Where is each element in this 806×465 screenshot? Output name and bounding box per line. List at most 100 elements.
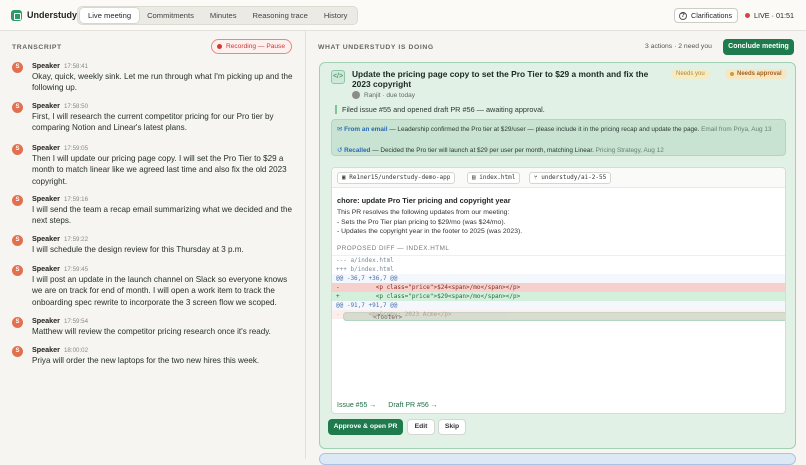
transcript-entry: S Speaker 17:59:22 I will schedule the de… <box>12 234 297 255</box>
recording-pause-button[interactable]: Recording — Pause <box>211 39 293 54</box>
entry-text: Then I will update our pricing page copy… <box>32 154 287 186</box>
live-indicator: LIVE · 01:51 <box>745 11 794 20</box>
recalled-context: ↺ Recalled — Decided the Pro tier will l… <box>337 146 782 155</box>
diff-line: @@ -91,7 +91,7 @@ <box>332 301 785 310</box>
transcript-panel: TRANSCRIPT Recording — Pause S Speaker 17… <box>0 31 306 459</box>
file-chip[interactable]: ▤ index.html <box>467 172 521 184</box>
entry-time: 18:00:02 <box>63 347 89 354</box>
speaker-name: Speaker <box>32 61 60 70</box>
main-tabs: Live meeting Commitments Minutes Reasoni… <box>77 6 359 25</box>
speaker-avatar: S <box>12 195 23 206</box>
pr-title: chore: update Pro Tier pricing and copyr… <box>337 196 511 205</box>
actions-count: 3 actions · 2 need you <box>645 43 712 50</box>
entry-time: 17:59:54 <box>63 318 89 325</box>
email-context: ✉ From an email — Leadership confirmed t… <box>337 125 782 134</box>
transcript-entry: S Speaker 17:59:45 I will post an update … <box>12 264 297 308</box>
needs-approval-label: Needs approval <box>737 71 782 77</box>
tab-reasoning-trace[interactable]: Reasoning trace <box>245 8 316 23</box>
speaker-avatar: S <box>12 346 23 357</box>
top-bar: Understudy Live meeting Commitments Minu… <box>0 0 806 31</box>
repo-chip[interactable]: ▣ Re1ner15/understudy-demo-app <box>337 172 456 184</box>
recording-label: Recording — Pause <box>226 43 286 50</box>
recalled-text: — Decided the Pro tier will launch at $2… <box>370 147 594 154</box>
app-logo[interactable]: Understudy <box>11 9 78 21</box>
speaker-avatar: S <box>12 62 23 73</box>
clarifications-label: Clarifications <box>691 11 733 20</box>
transcript-title: TRANSCRIPT <box>12 44 62 51</box>
pr-meta-bar: ▣ Re1ner15/understudy-demo-app ▤ index.h… <box>332 168 785 188</box>
repo-name: Re1ner15/understudy-demo-app <box>349 174 451 181</box>
entry-text: I will send the team a recap email summa… <box>32 205 293 226</box>
speaker-avatar: S <box>12 265 23 276</box>
action-card: </> Update the pricing page copy to set … <box>319 62 796 449</box>
speaker-name: Speaker <box>32 143 60 152</box>
doing-title: WHAT UNDERSTUDY IS DOING <box>318 44 434 51</box>
code-icon: </> <box>331 70 345 84</box>
app-name: Understudy <box>27 10 78 20</box>
owner-label: Ranjit · due today <box>364 91 415 99</box>
speaker-name: Speaker <box>32 264 60 273</box>
branch-name: understudy/ai-2-55 <box>541 174 607 181</box>
tab-commitments[interactable]: Commitments <box>139 8 202 23</box>
draft-pr-link[interactable]: Draft PR #56 → <box>388 402 437 409</box>
entry-text: Okay, quick, weekly sink. Let me run thr… <box>32 72 293 93</box>
pr-body-line: - Updates the copyright year in the foot… <box>337 228 523 236</box>
edit-button[interactable]: Edit <box>407 419 435 435</box>
live-timer: LIVE · 01:51 <box>754 11 794 20</box>
diff-line: +++ b/index.html <box>336 266 394 273</box>
speaker-name: Speaker <box>32 316 60 325</box>
speaker-avatar: S <box>12 235 23 246</box>
recalled-source: Pricing Strategy, Aug 12 <box>595 147 664 154</box>
tab-live-meeting[interactable]: Live meeting <box>80 8 140 23</box>
entry-text: First, I will research the current compe… <box>32 112 274 133</box>
entry-time: 17:58:50 <box>63 103 89 110</box>
entry-text: Priya will order the new laptops for the… <box>32 356 260 365</box>
transcript-entry: S Speaker 17:58:50 First, I will research… <box>12 101 297 134</box>
entry-time: 17:59:22 <box>63 236 89 243</box>
email-source-label[interactable]: From an email <box>344 126 387 133</box>
tab-history[interactable]: History <box>316 8 356 23</box>
action-owner: Ranjit · due today <box>352 91 415 99</box>
branch-chip[interactable]: ⑂ understudy/ai-2-55 <box>529 172 612 184</box>
speaker-avatar: S <box>12 317 23 328</box>
diff-line: - <p>&copy; 2023 Acme</p> <box>332 310 785 319</box>
diff-line: - <p class="price">$24<span>/mo</span></… <box>332 283 785 292</box>
live-dot-icon <box>745 13 750 18</box>
entry-text: I will schedule the design review for th… <box>32 245 244 254</box>
owner-avatar <box>352 91 360 99</box>
entry-time: 17:59:16 <box>63 196 89 203</box>
recalled-label[interactable]: Recalled <box>344 147 370 154</box>
pr-preview: ▣ Re1ner15/understudy-demo-app ▤ index.h… <box>331 167 786 414</box>
entry-text: I will post an update in the launch chan… <box>32 275 288 307</box>
transcript-entry: S Speaker 17:59:16 I will send the team a… <box>12 194 297 227</box>
transcript-entry: S Speaker 17:58:41 Okay, quick, weekly si… <box>12 61 297 94</box>
issue-link[interactable]: Issue #55 → <box>337 402 376 409</box>
speaker-name: Speaker <box>32 101 60 110</box>
tab-minutes[interactable]: Minutes <box>202 8 245 23</box>
diff-line: + <p class="price">$29<span>/mo</span></… <box>332 292 785 301</box>
speaker-avatar: S <box>12 144 23 155</box>
entry-time: 17:58:41 <box>63 63 89 70</box>
transcript-entry: S Speaker 17:59:54 Matthew will review th… <box>12 316 297 337</box>
email-text: — Leadership confirmed the Pro tier at $… <box>387 126 700 133</box>
diff-links: Issue #55 → Draft PR #56 → <box>337 402 448 409</box>
speaker-name: Speaker <box>32 345 60 354</box>
status-dot-icon <box>730 72 734 76</box>
email-source: Email from Priya, Aug 13 <box>701 126 772 133</box>
skip-button[interactable]: Skip <box>438 419 466 435</box>
pr-body: This PR resolves the following updates f… <box>337 208 522 237</box>
proposed-diff-label: PROPOSED DIFF — INDEX.HTML <box>337 245 450 252</box>
entry-text: Matthew will review the competitor prici… <box>32 327 271 336</box>
needs-you-badge: Needs you <box>671 69 710 79</box>
next-action-card[interactable] <box>319 453 796 465</box>
entry-time: 17:59:05 <box>63 145 89 152</box>
record-dot-icon <box>217 44 222 49</box>
pr-body-line: - Sets the Pro Tier plan pricing to $29/… <box>337 218 506 226</box>
approve-open-pr-button[interactable]: Approve & open PR <box>328 419 403 435</box>
entry-time: 17:59:45 <box>63 266 89 273</box>
conclude-meeting-button[interactable]: Conclude meeting <box>723 39 794 55</box>
speaker-name: Speaker <box>32 194 60 203</box>
transcript-entry: S Speaker 18:00:02 Priya will order the n… <box>12 345 297 366</box>
clarifications-button[interactable]: ? Clarifications <box>674 8 739 23</box>
question-icon: ? <box>679 11 687 20</box>
